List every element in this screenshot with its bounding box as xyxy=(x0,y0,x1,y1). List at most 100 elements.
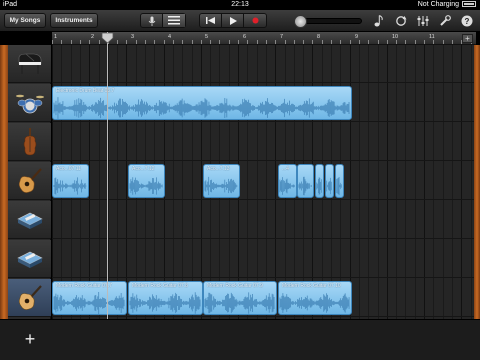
audio-region[interactable] xyxy=(325,164,334,198)
ruler-tick xyxy=(433,40,435,44)
audio-region[interactable]: Electronic Drum Beat 03.7 xyxy=(52,86,352,120)
ruler-tick xyxy=(377,40,379,44)
track-header[interactable] xyxy=(8,240,51,278)
ruler-bar-number: 6 xyxy=(243,34,247,40)
track-lane[interactable]: Modern Rock Guitar 07.7 Modern Rock Guita… xyxy=(52,279,474,317)
track-lane[interactable] xyxy=(52,201,474,239)
audio-region[interactable]: Modern Rock Guitar 07.9 xyxy=(203,281,277,315)
track-lane[interactable] xyxy=(52,45,474,83)
ruler-tick xyxy=(135,40,137,44)
instruments-button[interactable]: Instruments xyxy=(50,13,98,28)
ruler-tick xyxy=(303,40,305,44)
track-lane[interactable]: Aco...07.11 Aco...7.12 Aco...7.13 ...4 xyxy=(52,162,474,200)
region-name: ...4 xyxy=(282,166,289,172)
play-icon[interactable] xyxy=(222,14,244,27)
ruler-tick xyxy=(238,40,239,44)
audio-region[interactable]: Modern Rock Guitar 07.10 xyxy=(278,281,352,315)
ruler-tick xyxy=(200,40,202,44)
track-header-selected[interactable] xyxy=(8,279,51,317)
ruler-tick xyxy=(284,40,286,44)
waveform xyxy=(53,97,350,119)
master-volume-slider[interactable] xyxy=(294,15,362,28)
ruler-bar-number: 8 xyxy=(317,34,321,40)
ruler-bar-number: 9 xyxy=(355,34,359,40)
waveform xyxy=(279,293,350,313)
toolbar: My Songs Instruments ? xyxy=(0,10,480,32)
drum-kit-icon xyxy=(15,94,44,113)
ruler-tick xyxy=(368,40,370,44)
ruler-add-button[interactable]: + xyxy=(462,34,473,43)
grand-piano-icon xyxy=(18,53,41,74)
ruler-bar-number: 2 xyxy=(91,34,95,40)
electric-guitar-icon xyxy=(18,284,42,310)
region-name: Aco...07.11 xyxy=(56,166,81,172)
acoustic-guitar-icon xyxy=(18,167,42,193)
loop-icon[interactable] xyxy=(394,14,408,28)
view-switcher xyxy=(140,13,186,28)
ruler-tick xyxy=(172,40,174,44)
mixer-icon[interactable] xyxy=(416,14,430,28)
audio-region[interactable]: Aco...7.12 xyxy=(128,164,165,198)
tracks-view-icon[interactable] xyxy=(163,14,185,27)
ruler-tick xyxy=(414,40,416,44)
waveform xyxy=(279,177,295,195)
track-header[interactable] xyxy=(8,45,51,83)
battery-icon xyxy=(462,1,476,8)
track-header[interactable] xyxy=(8,123,51,161)
ruler-bar-number: 5 xyxy=(205,34,209,40)
timeline-ruler[interactable]: 1 2 3 4 5 6 7 8 9 10 11 xyxy=(52,32,476,45)
region-name: Aco...7.12 xyxy=(132,166,155,172)
audio-region[interactable] xyxy=(335,164,344,198)
note-icon[interactable] xyxy=(372,14,386,28)
help-icon[interactable]: ? xyxy=(460,14,474,28)
ruler-tick xyxy=(275,40,277,44)
audio-region[interactable]: ...4 xyxy=(278,164,297,198)
wood-trim-right xyxy=(474,45,480,319)
record-icon[interactable] xyxy=(244,14,266,27)
audio-region[interactable]: Modern Rock Guitar 07.7 xyxy=(52,281,127,315)
ruler-tick xyxy=(265,40,267,44)
waveform xyxy=(326,177,332,195)
volume-knob[interactable] xyxy=(294,15,307,28)
playhead[interactable] xyxy=(107,32,108,319)
ruler-tick xyxy=(247,40,249,44)
region-name: Modern Rock Guitar 07.10 xyxy=(282,283,341,289)
my-songs-button[interactable]: My Songs xyxy=(4,13,46,28)
playhead-handle[interactable] xyxy=(101,33,114,43)
cello-icon xyxy=(23,127,36,155)
track-header[interactable] xyxy=(8,162,51,200)
track-lane[interactable] xyxy=(52,240,474,278)
track-lane[interactable]: Electronic Drum Beat 03.7 xyxy=(52,84,474,122)
audio-region[interactable] xyxy=(315,164,324,198)
ruler-tick xyxy=(256,40,258,44)
add-track-button[interactable]: + xyxy=(20,330,40,350)
rewind-icon[interactable] xyxy=(200,14,222,27)
battery-status: Not Charging xyxy=(418,0,476,10)
ruler-tick xyxy=(210,40,212,44)
ruler-tick xyxy=(126,40,128,44)
transport-controls xyxy=(199,13,267,28)
ruler-tick xyxy=(386,40,388,44)
wrench-icon[interactable] xyxy=(438,14,452,28)
ruler-tick xyxy=(52,40,53,44)
region-name: Modern Rock Guitar 07.9 xyxy=(207,283,263,289)
waveform xyxy=(53,292,125,314)
ruler-tick xyxy=(312,40,314,44)
microphone-icon[interactable] xyxy=(141,14,163,27)
track-lane[interactable] xyxy=(52,123,474,161)
waveform xyxy=(298,176,312,196)
region-name: Modern Rock Guitar 07.8 xyxy=(132,283,188,289)
audio-region[interactable]: Modern Rock Guitar 07.8 xyxy=(128,281,203,315)
ruler-tick xyxy=(442,40,444,44)
track-area[interactable]: Electronic Drum Beat 03.7 Aco...07.11 Aco.… xyxy=(52,45,474,319)
audio-region[interactable]: Aco...7.13 xyxy=(203,164,240,198)
ruler-tick xyxy=(182,40,184,44)
ruler-tick xyxy=(321,40,323,44)
ruler-tick xyxy=(145,40,146,44)
track-header[interactable] xyxy=(8,201,51,239)
audio-region[interactable]: Aco...07.11 xyxy=(52,164,89,198)
ruler-tick xyxy=(79,40,81,44)
waveform xyxy=(204,176,238,196)
track-header[interactable] xyxy=(8,84,51,122)
audio-region[interactable] xyxy=(297,164,314,198)
